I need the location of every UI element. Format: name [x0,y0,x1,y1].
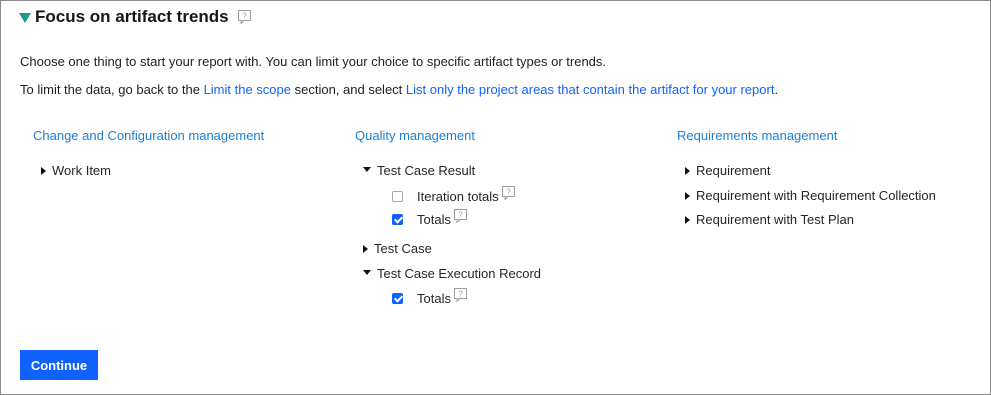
help-icon[interactable]: ? [453,287,467,302]
option-label: Totals [417,291,451,306]
section-title: Focus on artifact trends [35,7,229,26]
caret-down-icon[interactable] [363,166,371,172]
intro-text-part: section, and select [291,82,406,97]
iteration-totals-checkbox[interactable] [392,191,403,202]
intro-text-part: To limit the data, go back to the [20,82,204,97]
tree-item-test-case[interactable]: Test Case [363,241,432,256]
list-project-areas-link[interactable]: List only the project areas that contain… [406,82,775,97]
totals-checkbox[interactable] [392,214,403,225]
continue-button[interactable]: Continue [20,350,98,380]
option-tcer-totals: Totals ? [392,287,467,306]
svg-text:?: ? [506,187,511,196]
help-icon[interactable]: ? [453,208,467,223]
option-iteration-totals: Iteration totals ? [392,185,515,204]
intro-scope-text: To limit the data, go back to the Limit … [20,82,778,97]
triangle-down-icon[interactable] [19,13,31,23]
tree-item-label: Work Item [52,163,111,178]
tcer-totals-checkbox[interactable] [392,293,403,304]
tree-item-label: Requirement with Requirement Collection [696,188,936,203]
intro-text: Choose one thing to start your report wi… [20,54,607,69]
limit-scope-link[interactable]: Limit the scope [204,82,291,97]
tree-item-label: Requirement with Test Plan [696,212,855,227]
rm-column: Requirements management [677,128,837,143]
rm-heading[interactable]: Requirements management [677,128,837,143]
tree-item-test-case-execution-record[interactable]: Test Case Execution Record [363,266,541,281]
caret-down-icon[interactable] [363,269,371,275]
help-icon[interactable]: ? [237,10,251,24]
tree-item-requirement-with-test-plan[interactable]: Requirement with Test Plan [685,212,854,227]
intro-text-part: . [774,82,779,97]
caret-right-icon[interactable] [41,166,46,175]
caret-right-icon[interactable] [685,166,690,175]
caret-right-icon[interactable] [363,244,368,253]
help-icon[interactable]: ? [501,185,515,200]
option-label: Totals [417,212,451,227]
section-header[interactable]: Focus on artifact trends ? [19,7,251,27]
tree-item-label: Requirement [696,163,771,178]
tree-item-work-item[interactable]: Work Item [41,163,111,178]
tree-item-label: Test Case Execution Record [377,266,542,281]
report-panel: Focus on artifact trends ? Choose one th… [0,0,991,395]
tree-item-requirement[interactable]: Requirement [685,163,770,178]
tree-item-label: Test Case Result [377,163,476,178]
caret-right-icon[interactable] [685,215,690,224]
ccm-heading[interactable]: Change and Configuration management [33,128,264,143]
option-totals: Totals ? [392,208,467,227]
tree-item-requirement-with-collection[interactable]: Requirement with Requirement Collection [685,188,936,203]
qm-column: Quality management [355,128,475,143]
caret-right-icon[interactable] [685,191,690,200]
tree-item-label: Test Case [374,241,432,256]
svg-text:?: ? [458,210,463,219]
tree-item-test-case-result[interactable]: Test Case Result [363,163,475,178]
option-label: Iteration totals [417,189,499,204]
qm-heading[interactable]: Quality management [355,128,475,143]
ccm-column: Change and Configuration management [33,128,264,143]
svg-text:?: ? [242,12,247,21]
svg-text:?: ? [458,289,463,298]
